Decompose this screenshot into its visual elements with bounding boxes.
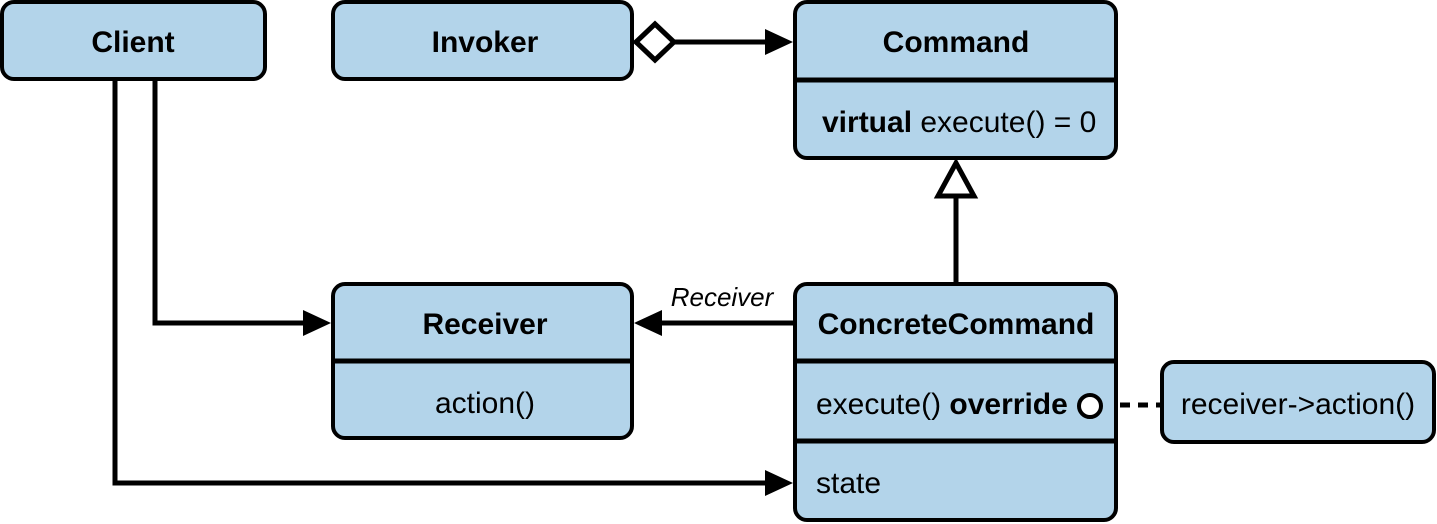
note-text: receiver->action() bbox=[1181, 388, 1415, 421]
invoker-aggregation-arrow bbox=[632, 20, 793, 64]
inheritance-arrow bbox=[933, 157, 979, 284]
uml-command-pattern-diagram: Receiver Client Invoker Command virtual … bbox=[0, 0, 1436, 522]
class-name: Invoker bbox=[432, 26, 539, 59]
association-label: Receiver bbox=[671, 282, 775, 312]
class-receiver[interactable]: Receiver action() bbox=[331, 282, 634, 440]
class-method: execute() override bbox=[816, 388, 1068, 421]
class-concrete-command[interactable]: ConcreteCommand execute() override state bbox=[793, 282, 1118, 522]
class-method: virtual execute() = 0 bbox=[822, 106, 1096, 139]
class-name: Receiver bbox=[422, 308, 547, 341]
class-method: action() bbox=[435, 387, 535, 420]
class-invoker[interactable]: Invoker bbox=[331, 0, 634, 81]
class-client[interactable]: Client bbox=[0, 0, 267, 81]
class-command[interactable]: Command virtual execute() = 0 bbox=[793, 0, 1118, 160]
implementation-note[interactable]: receiver->action() bbox=[1160, 360, 1436, 444]
class-field: state bbox=[816, 467, 881, 500]
client-to-receiver-arrow bbox=[152, 79, 331, 336]
note-anchor-circle bbox=[1077, 393, 1103, 419]
receiver-association-arrow: Receiver bbox=[634, 282, 795, 336]
class-name: Command bbox=[883, 26, 1030, 59]
class-name: Client bbox=[91, 26, 174, 59]
class-name: ConcreteCommand bbox=[818, 308, 1095, 341]
